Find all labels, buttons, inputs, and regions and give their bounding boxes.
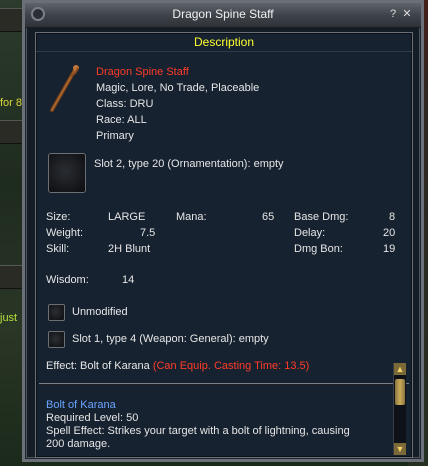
skill-value: 2H Blunt xyxy=(108,243,151,255)
close-button[interactable]: ✕ xyxy=(401,8,413,20)
unmodified-slot[interactable] xyxy=(48,304,65,321)
base-dmg-label: Base Dmg: xyxy=(294,211,349,223)
divider xyxy=(39,383,409,385)
weapon-augment-label: Slot 1, type 4 (Weapon: General): empty xyxy=(72,333,269,345)
description-header: Description xyxy=(36,34,412,52)
spell-required-level: Required Level: 50 xyxy=(46,412,139,424)
spell-effect-line-1: Spell Effect: Strikes your target with a… xyxy=(46,425,350,437)
weight-value: 7.5 xyxy=(140,227,156,239)
spell-name: Bolt of Karana xyxy=(46,399,116,411)
wisdom-label: Wisdom: xyxy=(46,274,89,286)
background-text: for 8 xyxy=(0,97,23,109)
effect-detail: (Can Equip. Casting Time: 13.5) xyxy=(152,360,310,372)
staff-icon[interactable] xyxy=(46,62,82,116)
weight-label: Weight: xyxy=(46,227,84,239)
ornament-slot-label: Slot 2, type 20 (Ornamentation): empty xyxy=(94,158,284,170)
item-race: Race: ALL xyxy=(96,114,147,126)
scroll-down-icon[interactable]: ▼ xyxy=(394,443,406,455)
item-class: Class: DRU xyxy=(96,98,154,110)
background-bar xyxy=(0,120,24,144)
weapon-augment-slot[interactable] xyxy=(48,331,65,348)
background-bar xyxy=(0,8,24,32)
title-bar[interactable]: Dragon Spine Staff ? ✕ xyxy=(25,3,421,28)
mana-label: Mana: xyxy=(176,211,207,223)
delay-value: 20 xyxy=(383,227,396,239)
item-flags: Magic, Lore, No Trade, Placeable xyxy=(96,82,260,94)
background-text: just xyxy=(0,312,18,324)
scroll-up-icon[interactable]: ▲ xyxy=(394,363,406,375)
size-label: Size: xyxy=(46,211,71,223)
unmodified-label: Unmodified xyxy=(72,306,128,318)
dmg-bon-label: Dmg Bon: xyxy=(294,243,343,255)
delay-label: Delay: xyxy=(294,227,326,239)
description-scrollbar[interactable]: ▲ ▼ xyxy=(393,363,406,455)
scroll-thumb[interactable] xyxy=(395,379,405,405)
effect-label: Effect: Bolt of Karana xyxy=(46,360,150,372)
mana-value: 65 xyxy=(262,211,275,223)
ornament-slot[interactable] xyxy=(48,153,86,193)
item-window: Dragon Spine Staff ? ✕ Description Drago… xyxy=(22,0,424,462)
spell-effect-line-2: 200 damage. xyxy=(46,438,111,450)
description-panel: Description Dragon Spine Staff Magic, Lo… xyxy=(35,32,413,458)
help-button[interactable]: ? xyxy=(387,8,399,20)
skill-label: Skill: xyxy=(46,243,70,255)
item-name: Dragon Spine Staff xyxy=(96,66,189,78)
item-slot-type: Primary xyxy=(96,130,134,142)
dmg-bon-value: 19 xyxy=(383,243,396,255)
effect-line: Effect: Bolt of Karana (Can Equip. Casti… xyxy=(46,360,309,372)
window-title: Dragon Spine Staff xyxy=(172,7,274,21)
size-value: LARGE xyxy=(108,211,146,223)
background-bar xyxy=(0,265,24,289)
base-dmg-value: 8 xyxy=(389,211,396,223)
wisdom-value: 14 xyxy=(122,274,135,286)
